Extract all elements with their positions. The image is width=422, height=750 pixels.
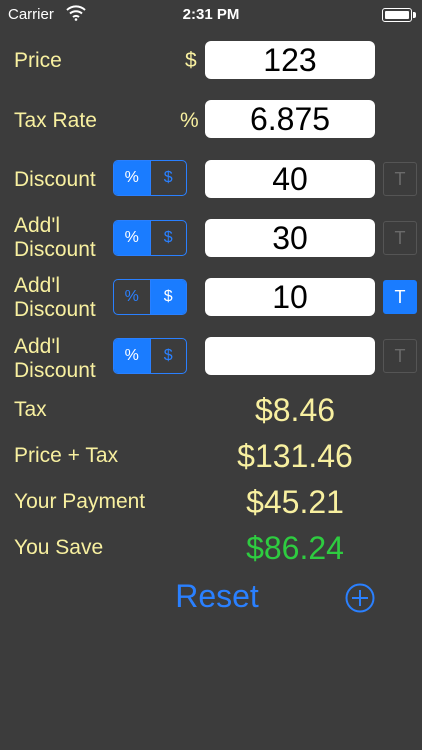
price-label: Price — [14, 49, 62, 72]
addl-discount-2-label: Add'l Discount — [14, 274, 96, 321]
tax-result-label: Tax — [14, 398, 47, 421]
addl-discount-2-tax-toggle[interactable]: T — [383, 280, 417, 314]
addl-discount-3-dollar-option[interactable]: $ — [149, 339, 187, 373]
clock: 2:31 PM — [182, 6, 240, 23]
addl-discount-3-percent-option[interactable]: % — [114, 339, 150, 373]
price-plus-tax-value: $131.46 — [237, 438, 353, 474]
discount-label: Discount — [14, 168, 96, 191]
price-plus-tax-label: Price + Tax — [14, 444, 119, 467]
plus-circle-icon[interactable] — [345, 583, 375, 613]
tax-rate-label: Tax Rate — [14, 109, 97, 132]
status-bar: Carrier 2:31 PM — [0, 0, 422, 30]
price-input[interactable]: 123 — [205, 41, 375, 79]
addl-discount-1-dollar-option[interactable]: $ — [149, 221, 187, 255]
addl-discount-2-dollar-option[interactable]: $ — [149, 280, 186, 314]
addl-discount-3-label: Add'l Discount — [14, 335, 96, 382]
you-save-value: $86.24 — [246, 530, 344, 566]
your-payment-label: Your Payment — [14, 490, 146, 513]
addl-discount-1-input[interactable]: 30 — [205, 219, 375, 257]
addl-discount-3-type-toggle[interactable]: % $ — [113, 338, 187, 374]
tax-rate-unit: % — [180, 109, 199, 132]
you-save-label: You Save — [14, 536, 104, 559]
addl-discount-2-type-toggle[interactable]: % $ — [113, 279, 187, 315]
addl-discount-1-type-toggle[interactable]: % $ — [113, 220, 187, 256]
addl-discount-1-percent-option[interactable]: % — [114, 221, 150, 255]
price-unit: $ — [185, 49, 197, 72]
discount-type-toggle[interactable]: % $ — [113, 160, 187, 196]
discount-percent-option[interactable]: % — [114, 161, 150, 195]
discount-dollar-option[interactable]: $ — [149, 161, 187, 195]
discount-input[interactable]: 40 — [205, 160, 375, 198]
discount-tax-toggle[interactable]: T — [383, 162, 417, 196]
addl-discount-2-input[interactable]: 10 — [205, 278, 375, 316]
tax-result-value: $8.46 — [254, 392, 336, 428]
battery-icon — [382, 8, 416, 22]
addl-discount-1-label: Add'l Discount — [14, 214, 96, 261]
addl-discount-1-tax-toggle[interactable]: T — [383, 221, 417, 255]
addl-discount-3-input[interactable] — [205, 337, 375, 375]
addl-discount-2-percent-option[interactable]: % — [114, 280, 150, 314]
tax-rate-input[interactable]: 6.875 — [205, 100, 375, 138]
your-payment-value: $45.21 — [246, 484, 344, 520]
addl-discount-3-tax-toggle[interactable]: T — [383, 339, 417, 373]
